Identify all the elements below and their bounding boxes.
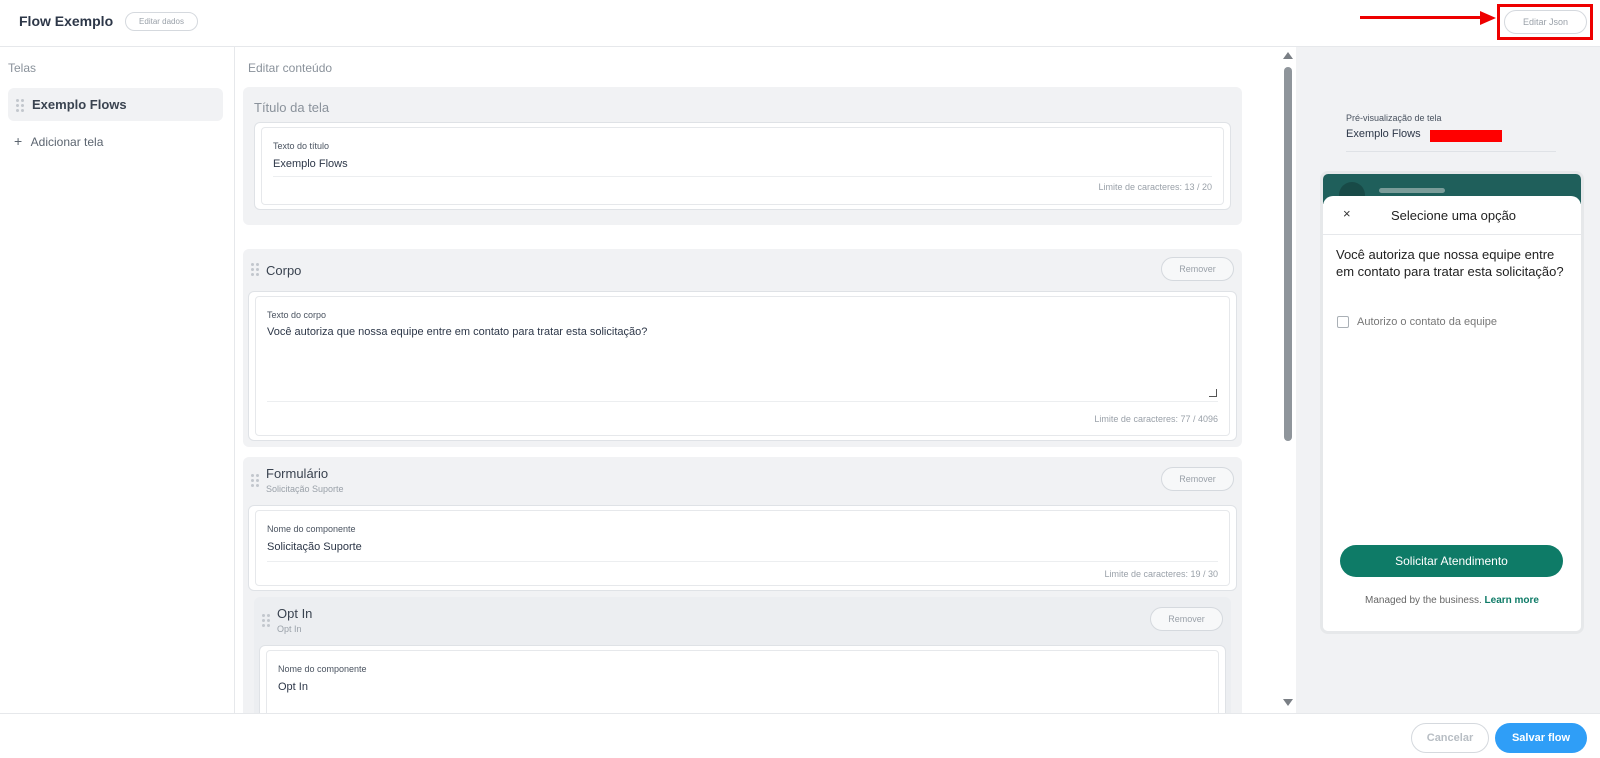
optin-card: Opt In Opt In Remover Nome do componente… xyxy=(254,597,1231,713)
add-screen-button[interactable]: + Adicionar tela xyxy=(14,133,103,149)
optin-name-wrapper: Nome do componente Opt In xyxy=(259,645,1226,713)
close-icon[interactable]: × xyxy=(1343,206,1351,221)
screen-preview-panel: Pré-visualização de tela Exemplo Flows ×… xyxy=(1296,47,1600,713)
footer-bar xyxy=(0,713,1600,758)
edit-content-label: Editar conteúdo xyxy=(248,61,333,75)
field-underline xyxy=(273,176,1212,177)
add-screen-label: Adicionar tela xyxy=(30,135,104,149)
form-card-heading: Formulário xyxy=(266,466,329,481)
flow-title: Flow Exemplo xyxy=(19,13,114,29)
title-field-value: Exemplo Flows xyxy=(273,158,348,170)
save-flow-button[interactable]: Salvar flow xyxy=(1495,723,1587,753)
plus-icon: + xyxy=(14,133,23,149)
managed-by-text: Managed by the business. Learn more xyxy=(1323,595,1581,606)
body-field-value: Você autoriza que nossa equipe entre em … xyxy=(267,326,648,338)
remove-body-button[interactable]: Remover xyxy=(1161,257,1234,281)
sheet-body-text: Você autoriza que nossa equipe entre em … xyxy=(1336,247,1564,279)
redaction-mark xyxy=(1430,130,1502,142)
arrow-line xyxy=(1360,16,1482,19)
optin-checkbox[interactable] xyxy=(1337,316,1349,328)
edit-json-button[interactable]: Editar Json xyxy=(1504,10,1587,34)
title-text-field[interactable]: Texto do título Exemplo Flows Limite de … xyxy=(261,127,1224,205)
preview-screen-name: Exemplo Flows xyxy=(1346,128,1421,140)
optin-field-label: Nome do componente xyxy=(278,664,367,674)
body-card: Corpo Remover Texto do corpo Você autori… xyxy=(243,249,1242,447)
chat-name-placeholder xyxy=(1379,188,1445,193)
optin-card-heading: Opt In xyxy=(277,606,313,621)
form-char-limit: Limite de caracteres: 19 / 30 xyxy=(1104,569,1218,579)
checkbox-label: Autorizo o contato da equipe xyxy=(1357,316,1498,328)
edit-data-button[interactable]: Editar dados xyxy=(125,12,198,31)
screen-item-label: Exemplo Flows xyxy=(32,97,127,112)
scroll-up-icon[interactable] xyxy=(1283,52,1293,59)
flow-sheet: × Selecione uma opção Você autoriza que … xyxy=(1323,196,1581,631)
optin-name-field[interactable]: Nome do componente Opt In xyxy=(266,650,1219,713)
drag-handle-icon[interactable] xyxy=(262,614,270,627)
scroll-down-icon[interactable] xyxy=(1283,699,1293,706)
learn-more-link[interactable]: Learn more xyxy=(1485,595,1539,606)
drag-handle-icon[interactable] xyxy=(251,263,259,276)
form-field-value: Solicitação Suporte xyxy=(267,541,362,553)
remove-form-button[interactable]: Remover xyxy=(1161,467,1234,491)
sidebar-item-screen[interactable]: Exemplo Flows xyxy=(8,88,223,121)
title-field-label: Texto do título xyxy=(273,141,330,151)
form-card: Formulário Solicitação Suporte Remover N… xyxy=(243,457,1242,713)
form-field-label: Nome do componente xyxy=(267,524,356,534)
preview-divider xyxy=(1346,151,1556,152)
screens-label: Telas xyxy=(8,61,37,75)
drag-handle-icon[interactable] xyxy=(16,99,24,112)
remove-optin-button[interactable]: Remover xyxy=(1150,607,1223,631)
request-support-button[interactable]: Solicitar Atendimento xyxy=(1340,545,1563,577)
sheet-divider xyxy=(1323,234,1581,235)
top-header: Flow Exemplo Editar dados Editar Json xyxy=(0,0,1600,47)
title-char-limit: Limite de caracteres: 13 / 20 xyxy=(1098,182,1212,192)
cancel-button[interactable]: Cancelar xyxy=(1411,723,1489,753)
title-field-wrapper: Texto do título Exemplo Flows Limite de … xyxy=(254,122,1231,210)
drag-handle-icon[interactable] xyxy=(251,474,259,487)
phone-mockup: × Selecione uma opção Você autoriza que … xyxy=(1320,171,1584,634)
managed-label: Managed by the business. xyxy=(1365,595,1482,606)
form-card-subheading: Solicitação Suporte xyxy=(266,484,344,494)
arrow-head xyxy=(1480,11,1496,25)
body-field-label: Texto do corpo xyxy=(267,310,327,320)
title-card: Título da tela Texto do título Exemplo F… xyxy=(243,87,1242,225)
optin-field-value: Opt In xyxy=(278,681,308,693)
resize-handle-icon[interactable] xyxy=(1209,389,1217,397)
body-char-limit: Limite de caracteres: 77 / 4096 xyxy=(1094,414,1218,424)
field-underline xyxy=(267,561,1218,562)
form-name-wrapper: Nome do componente Solicitação Suporte L… xyxy=(248,505,1237,591)
content-editor: Editar conteúdo Título da tela Texto do … xyxy=(236,47,1281,713)
body-textarea[interactable]: Texto do corpo Você autoriza que nossa e… xyxy=(255,296,1230,436)
annotation-arrow-icon xyxy=(1360,10,1500,26)
sheet-title: Selecione uma opção xyxy=(1391,208,1517,223)
title-card-heading: Título da tela xyxy=(254,100,330,115)
form-name-field[interactable]: Nome do componente Solicitação Suporte L… xyxy=(255,510,1230,586)
field-underline xyxy=(267,401,1218,402)
body-card-heading: Corpo xyxy=(266,263,302,278)
optin-card-subheading: Opt In xyxy=(277,624,302,634)
body-field-wrapper: Texto do corpo Você autoriza que nossa e… xyxy=(248,291,1237,441)
screens-sidebar: Telas Exemplo Flows + Adicionar tela xyxy=(0,47,235,713)
preview-label: Pré-visualização de tela xyxy=(1346,113,1442,123)
scroll-thumb[interactable] xyxy=(1284,67,1292,441)
